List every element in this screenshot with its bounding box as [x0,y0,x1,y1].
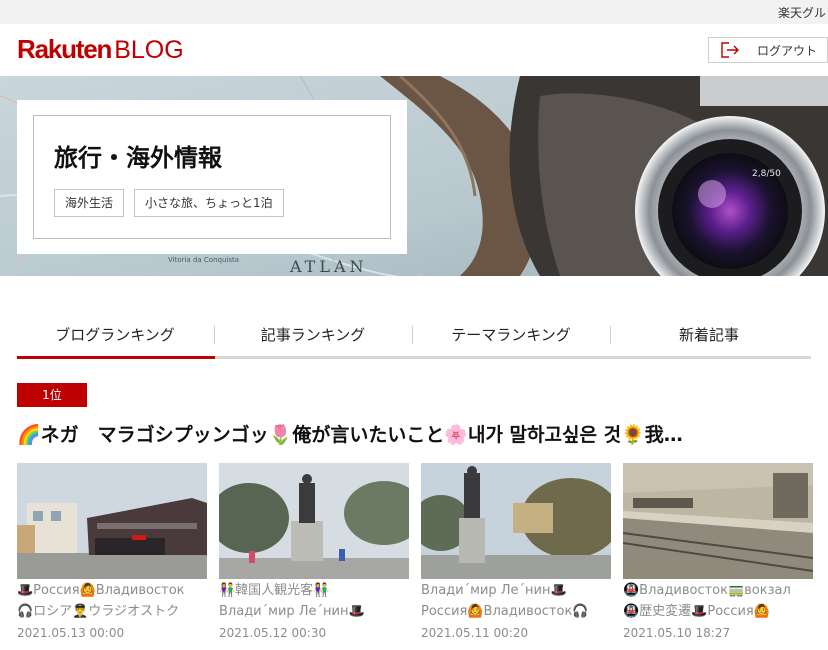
article-tags: Владиˊмир Леˊнин🎩 Россия🙆Владивосток🎧 [421,580,613,622]
tab-new-articles[interactable]: 新着記事 [611,318,807,356]
article-tags-line: 🎧ロシア👨‍✈️ウラジオストク [17,604,180,619]
lens-marking: 2,8/50 [752,169,781,179]
map-label-city: Vitoria da Conquista [168,256,239,264]
article-tags: 👫韓国人観光客👫 Владиˊмир Леˊнин🎩 [219,580,411,622]
article-tags-line: 👫韓国人観光客👫 [219,583,330,598]
top-utility-bar: 楽天グル [0,0,828,24]
blog-title-frame: 旅行・海外情報 海外生活 小さな旅、ちょっと1泊 [33,115,391,239]
active-tab-indicator [17,356,215,359]
article-thumbnail [623,463,813,579]
article-date: 2021.05.10 18:27 [623,626,731,640]
article-tags-line: 🚇歴史変遷🎩Россия🙆 [623,604,770,619]
article-tags: 🎩Россия🙆Владивосток 🎧ロシア👨‍✈️ウラジオストク [17,580,209,622]
article-tags-line: 🚇Владивосток🚃вокзал [623,583,791,598]
blog-header-banner: 2,8/50 Vitoria da Conquista ATLAN 旅行・海外情… [0,76,828,276]
tab-theme-ranking[interactable]: テーマランキング [413,318,609,356]
article-tags: 🚇Владивосток🚃вокзал 🚇歴史変遷🎩Россия🙆 [623,580,815,622]
blog-title-card: 旅行・海外情報 海外生活 小さな旅、ちょっと1泊 [17,100,407,254]
category-tag-overseas-life[interactable]: 海外生活 [54,189,125,217]
rank-badge: 1位 [17,383,87,407]
logout-label: ログアウト [757,43,818,58]
logout-icon [721,42,739,58]
article-card[interactable]: Владиˊмир Леˊнин🎩 Россия🙆Владивосток🎧 20… [421,463,611,650]
tab-blog-ranking[interactable]: ブログランキング [17,318,213,356]
article-tags-line: Россия🙆Владивосток🎧 [421,604,589,619]
article-date: 2021.05.13 00:00 [17,626,125,640]
logo-rakuten-text: Rakuten [17,34,112,64]
category-tag-short-trip[interactable]: 小さな旅、ちょっと1泊 [134,189,284,217]
map-label-ocean: ATLAN [289,257,368,276]
article-card[interactable]: 🚇Владивосток🚃вокзал 🚇歴史変遷🎩Россия🙆 2021.0… [623,463,813,650]
article-date: 2021.05.12 00:30 [219,626,327,640]
article-tags-line: Владиˊмир Леˊнин🎩 [421,583,567,598]
ranking-tabs: ブログランキング 記事ランキング テーマランキング 新着記事 [17,318,811,360]
article-date: 2021.05.11 00:20 [421,626,529,640]
site-header: Rakuten BLOG ログアウト [0,24,828,76]
logo-blog-text: BLOG [114,36,184,64]
article-card[interactable]: 🎩Россия🙆Владивосток 🎧ロシア👨‍✈️ウラジオストク 2021… [17,463,207,650]
blog-title[interactable]: 旅行・海外情報 [54,138,222,173]
article-tags-line: 🎩Россия🙆Владивосток [17,583,185,598]
rakuten-blog-logo[interactable]: Rakuten BLOG [17,34,184,65]
article-thumbnail [421,463,611,579]
article-thumbnail [17,463,207,579]
article-card[interactable]: 👫韓国人観光客👫 Владиˊмир Леˊнин🎩 2021.05.12 00… [219,463,409,650]
logout-button[interactable]: ログアウト [708,37,828,63]
article-tags-line: Владиˊмир Леˊнин🎩 [219,604,365,619]
ranked-blog-title[interactable]: 🌈ネガ マラゴシプッンゴッ🌷俺が言いたいこと🌸내가 말하고싶은 것🌻我… [17,420,817,448]
article-thumbnail [219,463,409,579]
rakuten-group-link[interactable]: 楽天グル [778,4,826,21]
tab-article-ranking[interactable]: 記事ランキング [215,318,411,356]
